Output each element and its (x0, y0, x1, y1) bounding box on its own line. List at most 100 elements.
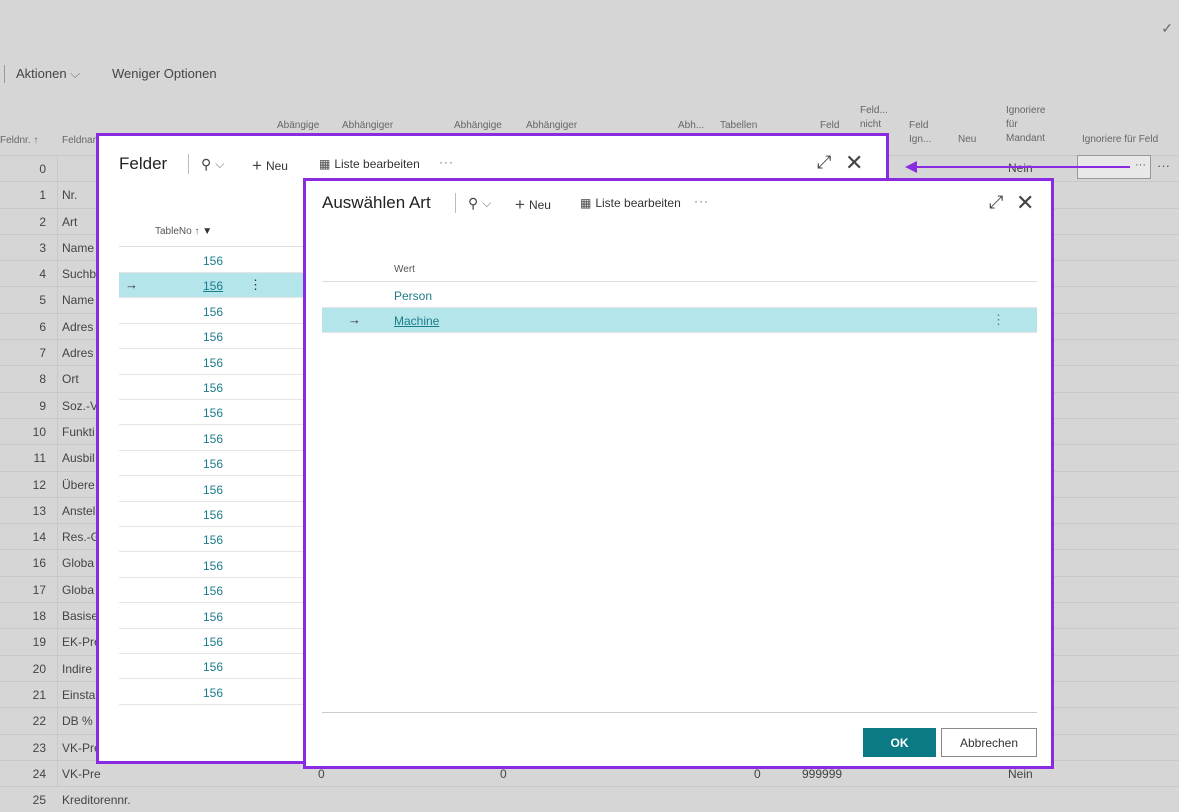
annotation-arrow (915, 166, 1130, 168)
col-ignoriere-feld[interactable]: Ignoriere für Feld (1082, 133, 1158, 147)
tableno-value: 156 (203, 482, 224, 497)
row-number: 25 (32, 793, 46, 808)
list-item[interactable]: 156 (119, 299, 309, 324)
tableno-value: 156 (203, 406, 224, 421)
close-icon[interactable]: ✕ (845, 150, 863, 176)
column-header-wert[interactable]: Wert (394, 264, 415, 275)
tableno-value: 156 (203, 558, 224, 573)
row-number: 7 (39, 346, 46, 361)
col-feld-ign[interactable]: Feld Ign... (909, 119, 939, 147)
row-number: 2 (39, 214, 46, 229)
list-item[interactable]: 156 (119, 400, 309, 426)
list-item[interactable]: 156 (119, 502, 309, 527)
divider (57, 313, 58, 340)
search-button[interactable]: ⚲ ⌵ (201, 156, 224, 173)
check-icon[interactable]: ✓ (1161, 20, 1173, 37)
row-menu-icon[interactable]: ⋮ (992, 312, 1005, 328)
col-abh2[interactable]: Abhängiger (342, 119, 393, 133)
list-item[interactable]: 156 (119, 477, 309, 502)
list-item[interactable]: 156 (119, 375, 309, 400)
wert-value[interactable]: Machine (394, 314, 439, 328)
row-name: VK-Pre (62, 740, 101, 755)
col-abh5[interactable]: Abh... (678, 119, 704, 133)
col-tabellen[interactable]: Tabellen (720, 119, 757, 133)
divider (455, 193, 456, 213)
divider (322, 281, 1037, 282)
table-row[interactable]: 25 Kreditorennr. (0, 786, 1179, 812)
edit-list-button[interactable]: ▦ Liste bearbeiten (319, 157, 420, 171)
top-bar: ✓ (0, 0, 1179, 57)
list-item[interactable]: 156 (119, 350, 309, 375)
row-menu-icon[interactable]: ⋮ (249, 277, 262, 293)
tableno-value: 156 (203, 457, 224, 472)
row-name: Globa (62, 582, 95, 597)
col-abh1[interactable]: Abängige (277, 119, 319, 133)
tableno-value: 156 (203, 431, 224, 446)
row-number: 11 (33, 451, 46, 466)
col-feldnr[interactable]: Feldnr. ↑ (0, 134, 38, 148)
list-item[interactable]: 156 (119, 248, 309, 273)
close-icon[interactable]: ✕ (1016, 190, 1034, 216)
row-number: 4 (39, 267, 46, 282)
search-button[interactable]: ⚲ ⌵ (468, 195, 491, 212)
row-number: 3 (39, 240, 46, 255)
more-options-icon[interactable]: ··· (694, 194, 709, 208)
ok-button[interactable]: OK (863, 728, 936, 757)
list-item[interactable]: 156 (119, 604, 309, 629)
row-number: 19 (32, 635, 46, 650)
cancel-button[interactable]: Abbrechen (941, 728, 1037, 757)
list-item[interactable]: Person (322, 283, 1037, 308)
list-item[interactable]: 156 (119, 426, 309, 451)
divider (57, 156, 58, 182)
list-item[interactable]: 156 (119, 553, 309, 578)
divider (57, 208, 58, 234)
col-abh4[interactable]: Abhängiger (526, 119, 577, 133)
divider (57, 681, 58, 708)
cell-value: Nein (1008, 767, 1033, 781)
row-name: DB % (62, 714, 93, 729)
row-name: Suchb (62, 267, 97, 282)
row-name: Funkti (62, 424, 95, 439)
new-button[interactable]: + Neu (515, 195, 551, 215)
list-item[interactable]: 156 (119, 527, 309, 553)
tableno-value: 156 (203, 304, 224, 319)
expand-icon[interactable]: ⤢ (989, 192, 1003, 213)
col-feld[interactable]: Feld (820, 119, 839, 133)
list-item[interactable]: 156 (119, 654, 309, 680)
list-item[interactable]: 156 (119, 629, 309, 654)
list-item[interactable]: → ⋮ 156 (119, 273, 309, 299)
tableno-value: 156 (203, 533, 224, 548)
list-item[interactable]: 156 (119, 578, 309, 604)
col-feld-nicht[interactable]: Feld... nicht (860, 104, 890, 132)
list-item[interactable]: 156 (119, 451, 309, 477)
row-menu-icon[interactable]: ··· (1157, 158, 1170, 173)
divider (57, 287, 58, 313)
edit-list-button[interactable]: ▦ Liste bearbeiten (580, 196, 681, 210)
divider (188, 154, 189, 174)
auswahl-dialog: Auswählen Art ⚲ ⌵ + Neu ▦ Liste bearbeit… (303, 178, 1054, 769)
aktionen-label: Aktionen (16, 66, 67, 81)
row-name: Adres (62, 319, 94, 334)
weniger-optionen-button[interactable]: Weniger Optionen (112, 66, 217, 81)
tableno-value[interactable]: 156 (203, 279, 223, 293)
row-name: Art (62, 214, 78, 229)
more-options-icon[interactable]: ··· (439, 155, 454, 169)
wert-value[interactable]: Person (394, 289, 432, 303)
tableno-value: 156 (203, 508, 224, 522)
tableno-value: 156 (203, 660, 224, 675)
divider (57, 603, 58, 629)
row-name: Name (62, 240, 95, 255)
column-header-tableno[interactable]: TableNo ↑ ▼ (155, 226, 212, 237)
list-item[interactable]: 156 (119, 680, 309, 705)
col-ignoriere-mandant[interactable]: Ignoriere für Mandant (1006, 104, 1056, 146)
new-button[interactable]: + Neu (252, 156, 288, 176)
dialog-title: Auswählen Art (322, 193, 431, 212)
list-item[interactable]: → ⋮ Machine (322, 308, 1037, 333)
col-abh3[interactable]: Abhängige (454, 119, 502, 133)
aktionen-menu[interactable]: Aktionen ⌵ (16, 66, 80, 82)
plus-icon: + (515, 195, 525, 214)
col-neu[interactable]: Neu (958, 133, 976, 147)
divider (57, 629, 58, 655)
list-item[interactable]: 156 (119, 324, 309, 350)
expand-icon[interactable]: ⤢ (817, 152, 831, 173)
